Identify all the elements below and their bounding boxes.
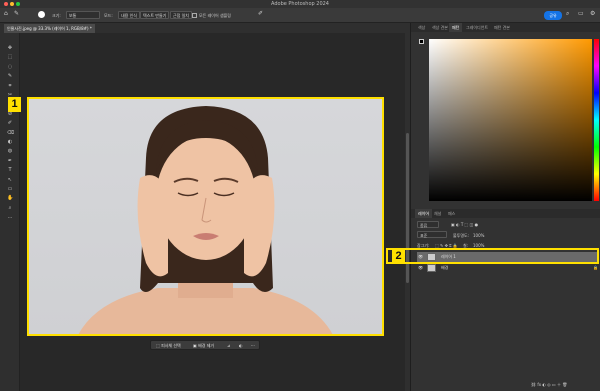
home-icon[interactable]: ⌂ [4,10,8,17]
workspace-icon[interactable]: ▭ [578,10,584,17]
spot-heal-tool-icon[interactable]: ✎ [14,10,19,17]
close-window-button[interactable] [4,2,8,6]
tool-icon[interactable]: ✎ [7,73,13,79]
proximity-match-button[interactable]: 근접 일치 [170,11,192,19]
layer-row[interactable]: 👁 배경 🔒 [417,263,599,273]
tool-icon[interactable]: ✐ [7,120,13,126]
eye-icon[interactable]: 👁 [418,263,423,273]
tab-swatches[interactable]: 색상 견본 [429,23,451,32]
app-title: Adobe Photoshop 2024 [271,1,329,7]
document-tab-bar: 인물사진.jpeg @ 33.3% (레이어 1, RGB/8#) * [0,23,410,33]
callout-badge-1: 1 [8,97,21,112]
tool-icon[interactable]: ⌗ [7,83,13,89]
tool-icon[interactable]: … [7,214,13,220]
callout-canvas-highlight [27,97,384,336]
title-bar: Adobe Photoshop 2024 [0,0,600,8]
tool-icon[interactable]: ✋ [7,195,13,201]
content-aware-button[interactable]: 내용 인식 [118,11,140,19]
search-icon[interactable]: ⌕ [566,10,569,17]
remove-background-label: 배경 제거 [198,343,215,348]
blend-mode-select[interactable]: 표준 [417,231,447,238]
right-panel-dock: 색상 색상 견본 패턴 그레이디언트 패턴 견본 레이어 채널 패스 종류 ▣ … [410,23,600,391]
tool-icon[interactable]: ⬚ [7,54,13,60]
opacity-value[interactable]: 100% [473,232,484,239]
lock-icon: 🔒 [593,265,598,270]
tab-layers[interactable]: 레이어 [415,209,433,218]
sample-all-layers-checkbox[interactable] [192,13,197,18]
tab-color[interactable]: 색상 [415,23,428,32]
select-subject-label: 피사체 선택 [161,343,181,348]
tab-gradient[interactable]: 그레이디언트 [463,23,491,32]
tool-icon[interactable]: ⌕ [7,205,13,211]
tool-icon[interactable]: ⌫ [7,130,14,136]
minimize-window-button[interactable] [10,2,14,6]
select-subject-button[interactable]: ⬚ 피사체 선택 [154,342,183,349]
layers-panel-tabs: 레이어 채널 패스 [411,209,600,218]
tool-icon[interactable]: T [7,167,13,173]
brush-type-select[interactable]: 보통 [66,11,100,19]
tool-icon[interactable]: ◍ [7,148,13,154]
tools-panel: ✥⬚◌✎⌗✂◫⊘✐⌫◐◍✒T↖▭✋⌕… [0,33,20,391]
more-options-button[interactable]: ··· [249,342,257,349]
tool-icon[interactable]: ✒ [7,158,13,164]
tool-icon[interactable]: ✥ [7,45,13,51]
tool-icon[interactable]: ◐ [7,139,13,145]
tab-pattern-swatches[interactable]: 패턴 견본 [491,23,513,32]
layer-kind-filter[interactable]: 종류 [417,221,439,228]
callout-badge-2: 2 [392,249,405,264]
tab-paths[interactable]: 패스 [445,209,458,218]
contextual-task-bar: ⬚ 피사체 선택 ▣ 배경 제거 ⊿ ◐ ··· [150,340,260,350]
mode-label: 모드: [104,13,113,18]
zoom-window-button[interactable] [16,2,20,6]
layer-thumbnail [427,264,436,272]
color-panel-tabs: 색상 색상 견본 패턴 그레이디언트 패턴 견본 [411,23,600,32]
remove-background-button[interactable]: ▣ 배경 제거 [191,342,216,349]
options-bar: ⌂ ✎ 크기: 보통 모드: 내용 인식 텍스트 만들기 근접 일치 모든 레이… [0,8,600,23]
brush-preset-icon[interactable] [38,11,45,18]
layer-filter-icons[interactable]: ▣ ◐ T ⬚ ◫ ● [451,221,478,228]
share-button[interactable]: 공유 [544,11,562,20]
tool-icon[interactable]: ↖ [7,177,13,183]
opacity-label: 불투명도: [453,233,470,238]
document-tab[interactable]: 인물사진.jpeg @ 33.3% (레이어 1, RGB/8#) * [4,24,95,33]
foreground-color-swatch[interactable] [419,39,424,44]
tab-pattern-active[interactable]: 패턴 [449,23,463,32]
pressure-icon[interactable]: ✐ [258,10,263,17]
callout-layer-highlight [386,248,599,264]
tab-channels[interactable]: 채널 [431,209,444,218]
layer-name[interactable]: 배경 [441,263,448,273]
tool-icon[interactable]: ◌ [7,64,13,70]
adjust-icon[interactable]: ⊿ [225,342,232,349]
brush-label: 크기: [52,13,61,18]
tool-icon[interactable]: ▭ [7,186,13,192]
color-picker-field[interactable] [429,39,592,201]
create-texture-button[interactable]: 텍스트 만들기 [140,11,170,19]
hue-slider[interactable] [594,39,599,201]
layers-footer-icons[interactable]: ⛓ fx ◐ ◎ ▭ ＋ 🗑 [531,381,567,388]
sample-all-layers-label: 모든 레이어 샘플링 [199,13,231,18]
settings-icon[interactable]: ⚙ [590,10,595,17]
contrast-icon[interactable]: ◐ [237,342,245,349]
